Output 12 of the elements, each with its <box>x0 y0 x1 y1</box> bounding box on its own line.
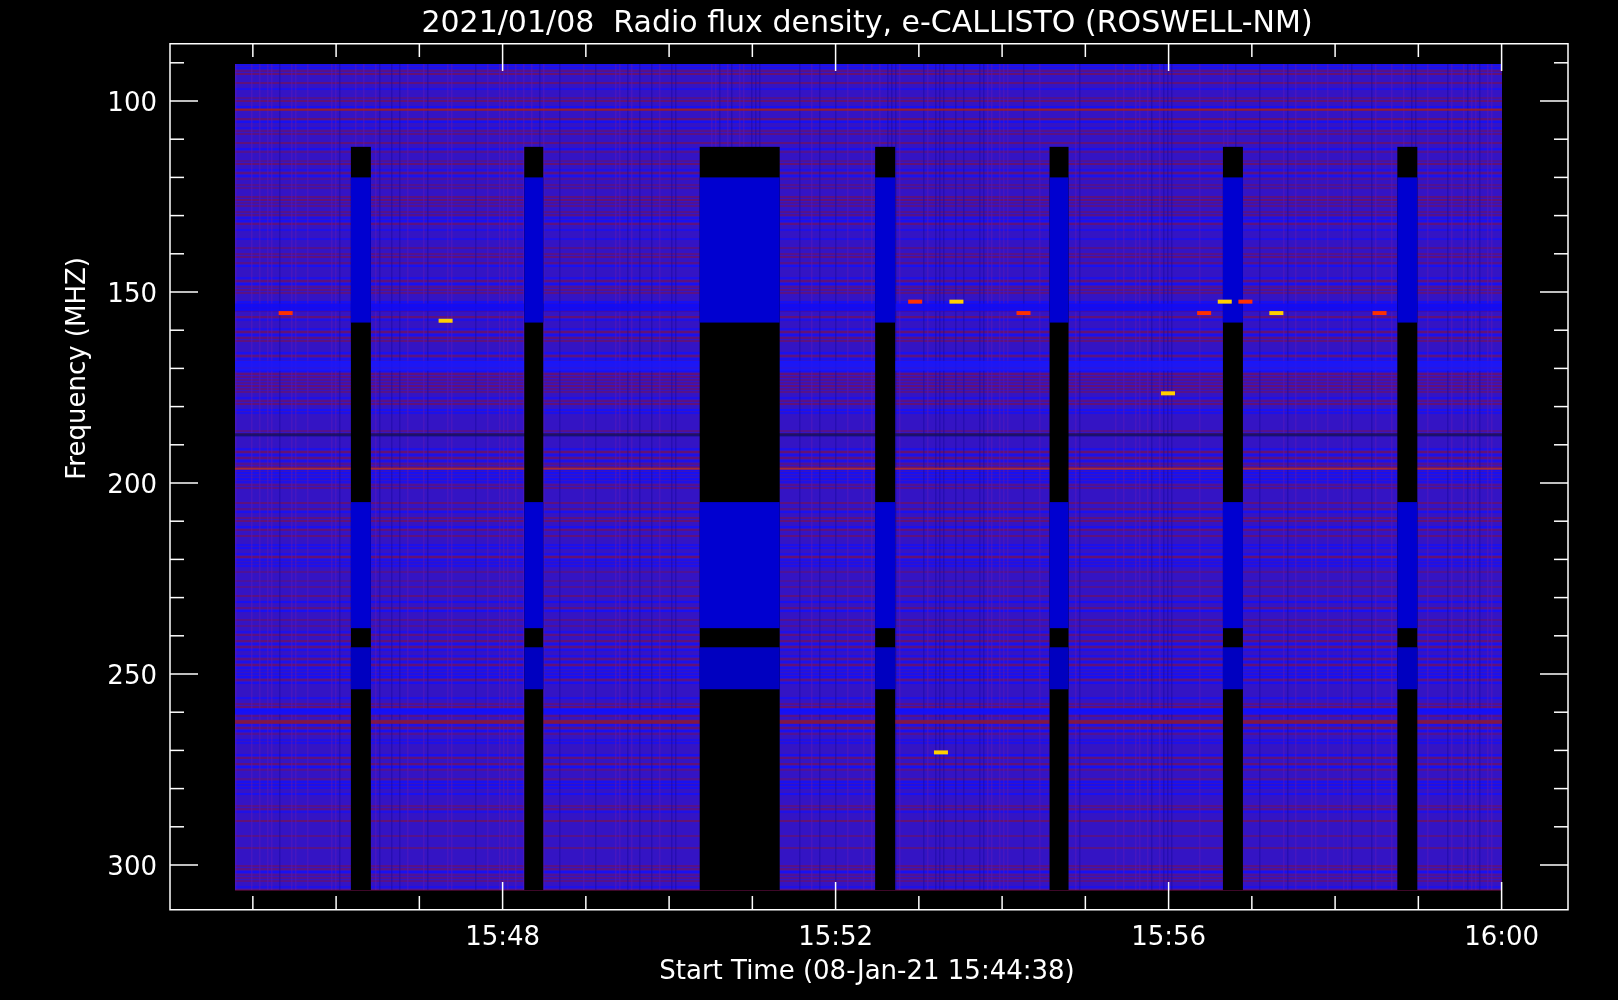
y-tick-label: 300 <box>107 851 157 881</box>
chart-title: 2021/01/08 Radio flux density, e-CALLISTO (ROSWELL-NM) <box>421 4 1313 39</box>
y-tick-label: 150 <box>107 278 157 308</box>
x-tick-label: 16:00 <box>1464 921 1540 951</box>
x-tick-label: 15:52 <box>798 921 874 951</box>
y-axis-label: Frequency (MHZ) <box>61 257 91 480</box>
x-tick-label: 15:48 <box>465 921 541 951</box>
x-axis-label: Start Time (08-Jan-21 15:44:38) <box>659 955 1075 985</box>
x-tick-label: 15:56 <box>1131 921 1207 951</box>
y-tick-label: 250 <box>107 660 157 690</box>
y-tick-label: 200 <box>107 469 157 499</box>
y-tick-label: 100 <box>107 87 157 117</box>
